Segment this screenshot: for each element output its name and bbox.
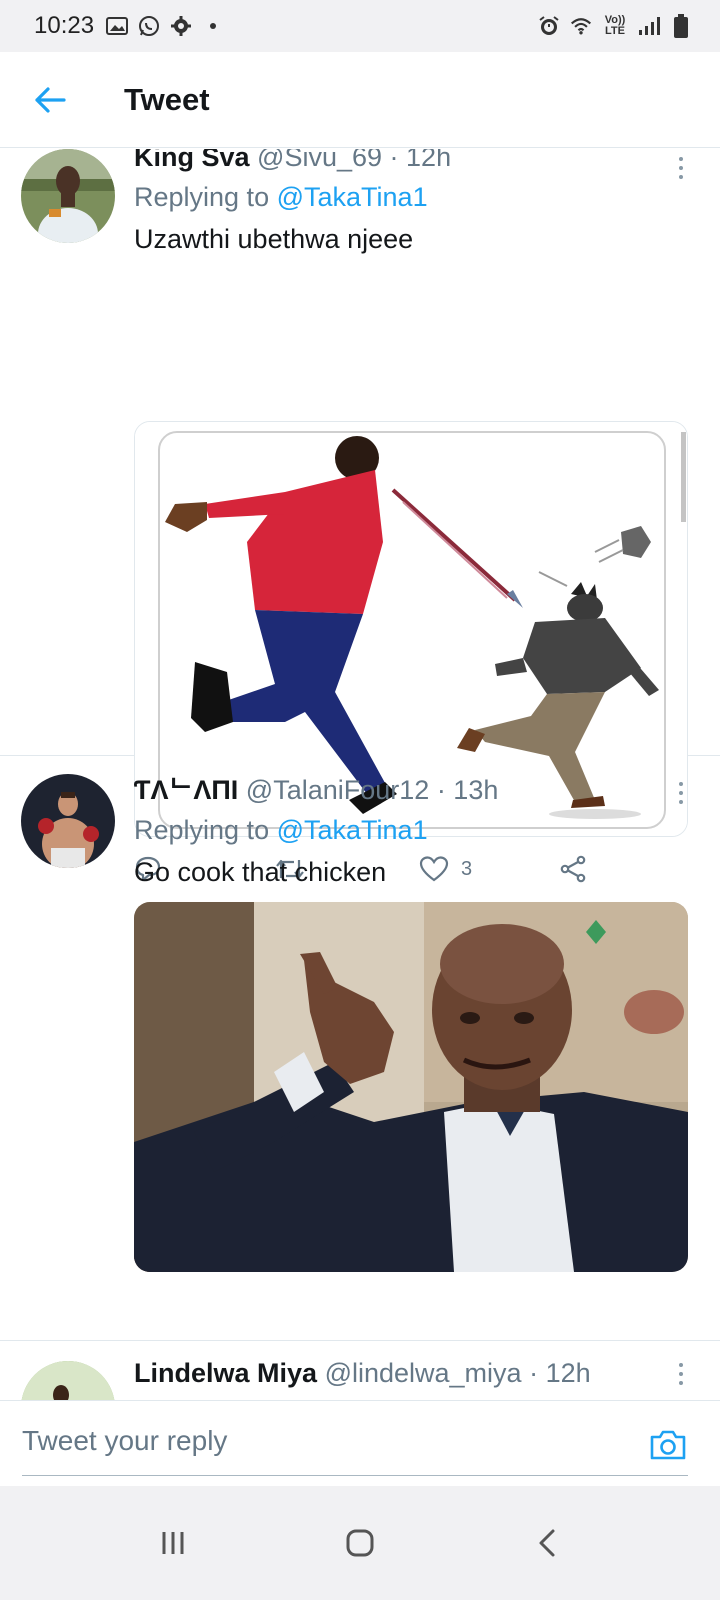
reply-underline	[22, 1475, 688, 1476]
app-header: Tweet	[0, 52, 720, 148]
reply-mention-link[interactable]: @TakaTina1	[277, 182, 428, 212]
replying-prefix: Replying to	[134, 182, 270, 212]
back-button[interactable]	[26, 76, 74, 124]
user-handle[interactable]: @lindelwa_miya	[325, 1358, 522, 1388]
status-time: 10:23	[34, 12, 95, 39]
settings-icon	[170, 15, 192, 37]
gallery-icon	[106, 15, 129, 37]
back-arrow-icon	[35, 86, 66, 113]
notification-icons	[106, 15, 224, 37]
reply-input[interactable]	[22, 1425, 582, 1457]
tweet-text: Go cook that chicken	[134, 857, 387, 887]
reply-composer	[0, 1400, 720, 1486]
tweet-king-sva[interactable]: King Sva @Sivu_69 · 12h Replying to @Tak…	[0, 149, 720, 883]
status-bar: 10:23 Vo)) LTE	[0, 0, 720, 52]
avatar[interactable]	[21, 774, 115, 868]
tweet-text: Uzawthi ubethwa njeee	[134, 224, 414, 254]
replying-prefix: Replying to	[134, 815, 270, 845]
system-back-button[interactable]	[517, 1513, 577, 1573]
tweet-body: ƬΛᄂΛПI @TalaniFour12 · 13h Replying to @…	[134, 772, 704, 890]
recents-button[interactable]	[143, 1513, 203, 1573]
replying-to: Replying to @TakaTina1	[134, 179, 704, 215]
alarm-icon	[538, 15, 560, 37]
home-button[interactable]	[330, 1513, 390, 1573]
display-name[interactable]: Lindelwa Miya	[134, 1358, 317, 1388]
home-icon	[346, 1529, 374, 1557]
replying-to: Replying to @TakaTina1	[134, 812, 704, 848]
tweet-talani[interactable]: ƬΛᄂΛПI @TalaniFour12 · 13h Replying to @…	[0, 756, 720, 1341]
back-icon	[539, 1529, 555, 1557]
whatsapp-icon	[138, 15, 160, 37]
dot-icon	[202, 15, 224, 37]
tweet-body: King Sva @Sivu_69 · 12h Replying to @Tak…	[134, 149, 704, 257]
camera-button[interactable]	[648, 1425, 688, 1465]
display-name[interactable]: ƬΛᄂΛПI	[134, 775, 238, 805]
tweet-time: · 13h	[436, 775, 499, 805]
more-options-icon[interactable]	[676, 1359, 686, 1389]
avatar[interactable]	[21, 149, 115, 243]
more-options-icon[interactable]	[676, 778, 686, 808]
signal-icon	[638, 15, 660, 37]
tweet-time: · 12h	[389, 149, 452, 172]
tweet-body: Lindelwa Miya @lindelwa_miya · 12h	[134, 1355, 704, 1391]
tweet-time: · 12h	[529, 1358, 591, 1388]
user-handle[interactable]: @TalaniFour12	[246, 775, 430, 805]
tweet-header: King Sva @Sivu_69 · 12h	[134, 149, 704, 175]
reply-feed[interactable]: King Sva @Sivu_69 · 12h Replying to @Tak…	[0, 149, 720, 1427]
volte-icon: Vo)) LTE	[602, 15, 628, 37]
system-icons: Vo)) LTE	[538, 14, 692, 38]
user-handle[interactable]: @Sivu_69	[257, 149, 382, 172]
camera-icon	[650, 1430, 686, 1460]
system-nav-bar	[0, 1486, 720, 1600]
recents-icon	[162, 1532, 184, 1554]
reply-mention-link[interactable]: @TakaTina1	[277, 815, 428, 845]
battery-icon	[670, 14, 692, 38]
page-title: Tweet	[124, 81, 210, 117]
tweet-media-photo[interactable]	[134, 902, 688, 1272]
tweet-header: Lindelwa Miya @lindelwa_miya · 12h	[134, 1355, 704, 1391]
volte-bottom: LTE	[605, 25, 625, 37]
tweet-header: ƬΛᄂΛПI @TalaniFour12 · 13h	[134, 772, 704, 808]
more-options-icon[interactable]	[676, 153, 686, 183]
display-name[interactable]: King Sva	[134, 149, 250, 172]
wifi-icon	[570, 15, 592, 37]
